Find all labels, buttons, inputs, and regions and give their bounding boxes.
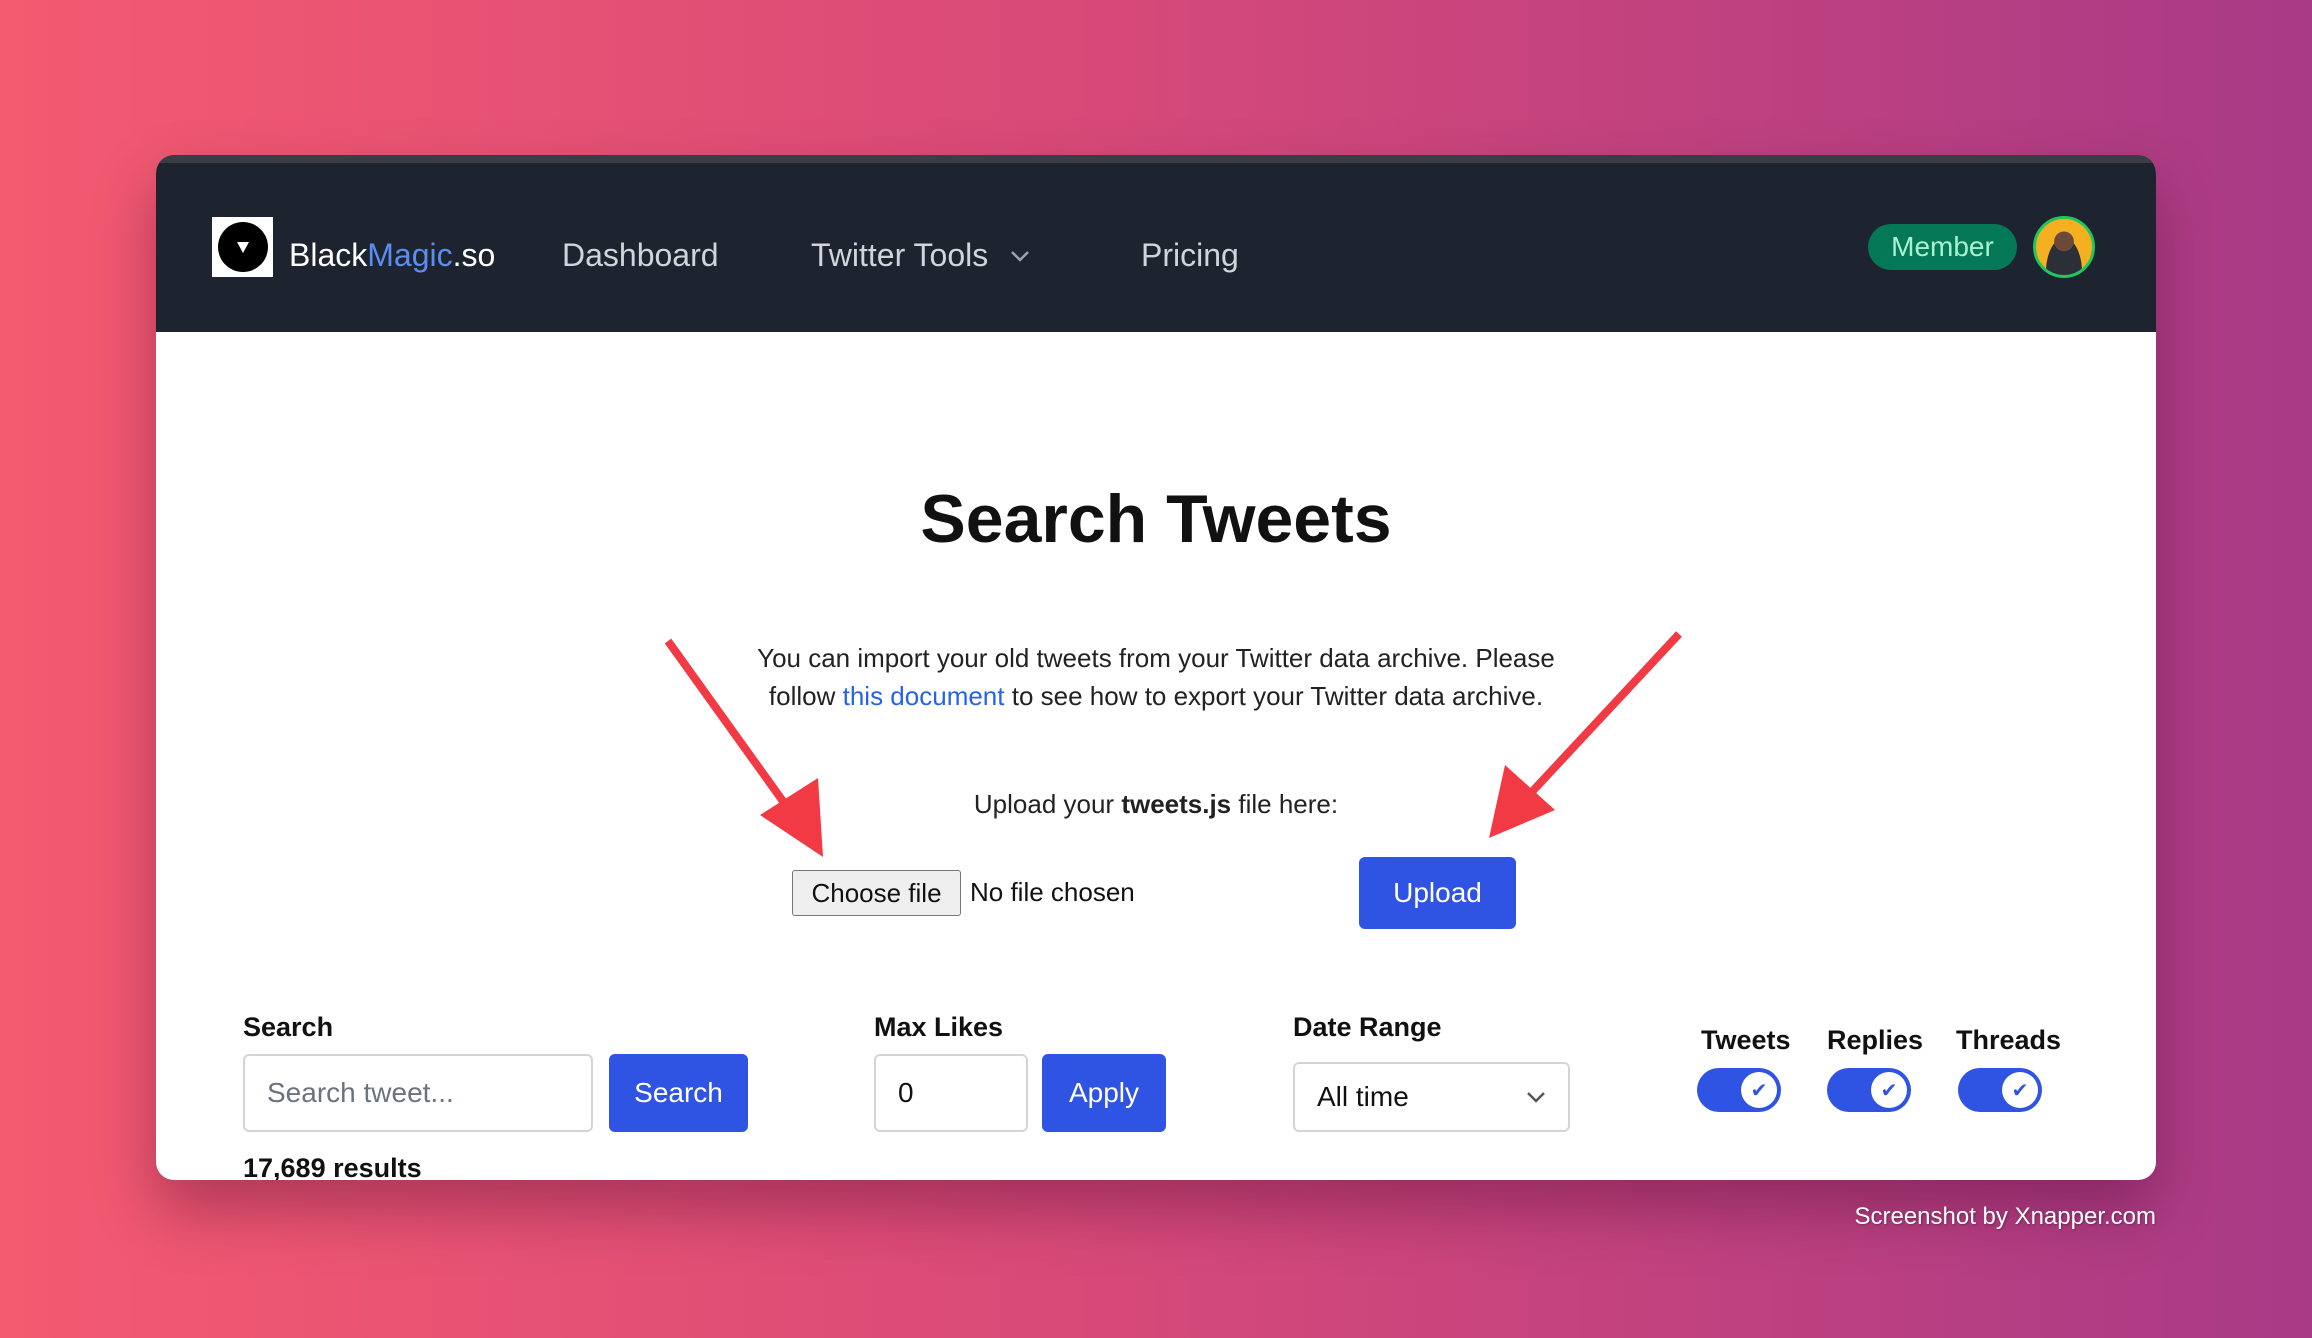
annotation-arrows (664, 631, 1682, 857)
arrow-to-choose-file-icon (664, 638, 823, 857)
watermark: Screenshot by Xnapper.com (1854, 1203, 2156, 1230)
arrow-to-upload-icon (1489, 631, 1682, 838)
